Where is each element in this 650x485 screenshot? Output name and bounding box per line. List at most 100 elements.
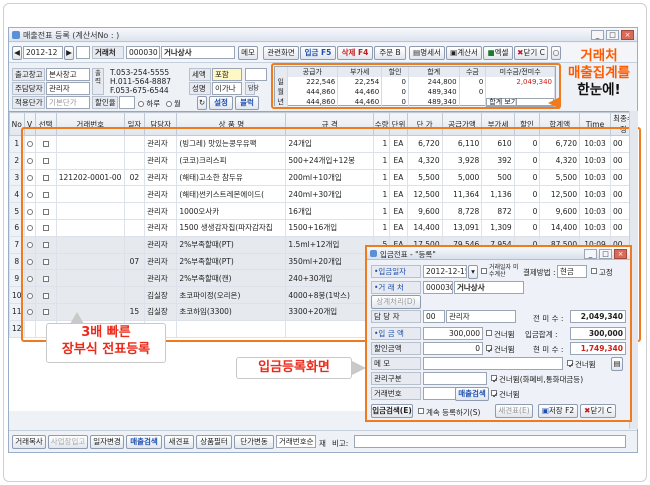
annotation-arrow — [70, 312, 84, 324]
continue-register-checkbox[interactable] — [418, 408, 424, 414]
calendar-icon[interactable]: ▾ — [468, 265, 478, 279]
fixed-checkbox[interactable] — [591, 268, 597, 274]
radio-month[interactable] — [165, 101, 172, 107]
warehouse-select[interactable]: 본사창고 — [46, 68, 90, 81]
trade-name-input[interactable]: 거나상사 — [161, 46, 235, 59]
discount-input[interactable] — [119, 96, 135, 109]
current-due-label: 현 미 수 : — [533, 345, 564, 354]
tax-type-select[interactable]: 포함 — [212, 68, 242, 81]
settings-button[interactable]: 설정 — [209, 96, 233, 110]
excel-icon: ■ — [487, 48, 495, 57]
dialog-trade-code[interactable]: 000030 — [423, 281, 453, 294]
new-voucher-button[interactable]: 새견표 — [164, 435, 194, 449]
copy-trade-button[interactable]: 거래복사 — [12, 435, 46, 449]
deposit-date-input[interactable]: 2012-12-15 — [423, 265, 467, 278]
save-icon: ▣ — [541, 406, 549, 415]
dialog-minimize-button[interactable]: _ — [584, 249, 597, 259]
sales-search-button[interactable]: 매출검색 — [126, 435, 162, 449]
offset-button[interactable]: 상계처리(D) — [371, 295, 421, 309]
dialog-memo-input[interactable] — [423, 357, 563, 370]
site-receipt-button[interactable]: 사업장입고 — [48, 435, 88, 449]
radio-day[interactable] — [138, 101, 144, 107]
name-input[interactable]: 이가나 — [212, 82, 242, 95]
dialog-titlebar: 입금전표 - "등록" _ □ × — [367, 247, 630, 260]
change-date-button[interactable]: 일자변경 — [90, 435, 124, 449]
settle-select[interactable]: 현금 — [557, 265, 587, 278]
excel-button[interactable]: ■엑셀 — [483, 46, 513, 60]
trade-code-input[interactable]: 000030 — [126, 46, 160, 59]
price-select[interactable]: 기본단가 — [46, 96, 90, 109]
date-day-input[interactable] — [76, 46, 90, 59]
memo-skip-label: 건너뜀 — [575, 360, 596, 369]
category-select[interactable] — [423, 372, 487, 385]
dialog-maximize-button[interactable]: □ — [599, 249, 612, 259]
dialog-close-x-button[interactable]: × — [614, 249, 627, 259]
dialog-trade-name[interactable]: 거나상사 — [454, 281, 524, 294]
discount-skip-checkbox[interactable]: ✓ — [486, 345, 494, 355]
memo-expand-icon[interactable]: ▤ — [611, 357, 623, 371]
deposit-total-label: 입금합계 : — [525, 330, 558, 339]
receivable-calc-checkbox[interactable] — [481, 268, 487, 274]
deposit-screen-annotation: 입금등록화면 — [236, 357, 352, 379]
price-change-button[interactable]: 단가변동 — [234, 435, 274, 449]
dialog-title: 입금전표 - "등록" — [380, 250, 436, 259]
deposit-dialog: 입금전표 - "등록" _ □ × •입금일자 2012-12-15 ▾ 거래일… — [365, 245, 632, 422]
sales-lookup-button[interactable]: 매출검색 — [455, 387, 489, 401]
tel-number: T.053-254-5555 — [110, 68, 170, 77]
remarks-input[interactable] — [354, 435, 626, 448]
window-title: 매출전표 등록 (계산서No : ) — [23, 31, 120, 40]
dialog-manager-code[interactable]: 00 — [423, 310, 445, 323]
person-input[interactable] — [245, 68, 267, 81]
discount-amount-input[interactable]: 0 — [423, 342, 483, 355]
sort-order-select[interactable]: 거래번호순 — [276, 435, 316, 448]
maximize-button[interactable]: □ — [606, 30, 619, 40]
next-date-button[interactable]: ▶ — [64, 46, 74, 60]
product-filter-button[interactable]: 상품필터 — [196, 435, 232, 449]
deposit-date-label: •입금일자 — [371, 265, 421, 278]
close-window-button[interactable]: × — [621, 30, 634, 40]
memo-button[interactable]: 메모 — [238, 46, 258, 60]
dialog-icon — [370, 250, 377, 257]
prev-due-label: 전 미 수 : — [533, 314, 564, 323]
manager-select[interactable]: 관리자 — [46, 82, 90, 95]
category-skip-checkbox[interactable]: ✓ — [491, 375, 499, 385]
refresh-icon[interactable]: ↻ — [197, 96, 207, 110]
date-input[interactable]: 2012-12 — [23, 46, 63, 59]
memo-skip-checkbox[interactable]: ✓ — [567, 360, 575, 370]
fast-entry-annotation: 3배 빠른 장부식 전표등록 — [46, 323, 166, 363]
radio-group: 하루 월 — [138, 98, 181, 109]
continue-register-label: 계속 등록하기(S) — [426, 408, 481, 417]
amount-skip-label: 건너뜀 — [494, 330, 515, 339]
tradeno-skip-checkbox[interactable]: ✓ — [491, 390, 499, 400]
app-icon — [12, 31, 20, 39]
price-label: 적용단가 — [12, 96, 45, 109]
amount-label: •입 금 액 — [371, 327, 421, 340]
order-button[interactable]: 주문 B — [374, 46, 406, 60]
print-side-label: 출력 — [92, 68, 104, 95]
current-due-value: 1,749,340 — [570, 342, 626, 355]
fax-number: F.053-675-6544 — [110, 86, 169, 95]
prev-due-value: 2,049,340 — [570, 310, 626, 323]
new-deposit-button[interactable]: 새견표(E) — [495, 404, 533, 418]
deposit-f5-button[interactable]: 입금 F5 — [300, 46, 336, 60]
related-screen-button[interactable]: 관련화면 — [263, 46, 299, 60]
statement-button[interactable]: ▤명세서 — [409, 46, 445, 60]
amount-input[interactable]: 300,000 — [423, 327, 483, 340]
close-c-button[interactable]: ✖닫기 C — [514, 46, 548, 60]
dialog-close-button[interactable]: ✖닫기 C — [580, 404, 616, 418]
category-label: 관리구분 — [371, 372, 421, 385]
prev-date-button[interactable]: ◀ — [12, 46, 22, 60]
invoice-button[interactable]: ▣계산서 — [446, 46, 482, 60]
amount-skip-checkbox[interactable] — [486, 330, 492, 336]
block-button[interactable]: 블럭 — [235, 96, 259, 110]
delete-f4-button[interactable]: 삭제 F4 — [337, 46, 373, 60]
manager-label: 주담당자 — [12, 82, 45, 95]
discount-amount-label: 할인금액 — [371, 342, 421, 355]
save-f2-button[interactable]: ▣저장 F2 — [538, 404, 578, 418]
dialog-manager-name[interactable]: 관리자 — [446, 310, 516, 323]
hp-number: H.011-564-8887 — [110, 77, 172, 86]
minimize-button[interactable]: _ — [591, 30, 604, 40]
fixed-label: 고정 — [599, 268, 613, 277]
tradeno-skip-label: 건너뜀 — [499, 390, 520, 399]
deposit-search-button[interactable]: 입금검색(E) — [371, 404, 413, 418]
